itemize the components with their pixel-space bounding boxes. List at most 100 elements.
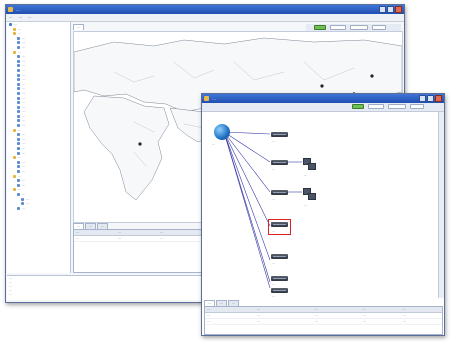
topology-toolbar-button[interactable]	[352, 104, 364, 109]
device-icon	[17, 45, 20, 49]
device-icon	[21, 197, 24, 201]
switch-icon[interactable]	[271, 254, 288, 259]
folder-icon	[13, 156, 16, 160]
grid-header[interactable]: …	[403, 307, 439, 312]
device-icon	[17, 119, 20, 123]
folder-icon	[13, 50, 16, 54]
maximize-button[interactable]	[427, 95, 434, 102]
computer-icon[interactable]	[308, 193, 316, 200]
network-icon	[9, 23, 12, 26]
device-icon	[17, 170, 20, 173]
menu-item[interactable]: …	[28, 14, 32, 21]
device-label: …	[304, 203, 307, 207]
bottom-grid: … … … … … …	[73, 229, 205, 273]
main-window-titlebar[interactable]: …	[6, 5, 404, 14]
map-marker[interactable]	[138, 142, 142, 146]
topology-app-icon	[204, 96, 209, 101]
device-icon	[17, 160, 20, 164]
topology-toolbar	[202, 103, 444, 112]
menu-item[interactable]: …	[9, 14, 13, 21]
device-icon	[17, 151, 20, 155]
device-icon	[17, 114, 20, 118]
device-icon	[17, 206, 20, 210]
root-label: …	[212, 142, 215, 146]
device-icon	[17, 91, 20, 95]
minimize-button[interactable]	[379, 6, 386, 13]
device-icon	[17, 183, 20, 187]
grid-header[interactable]: …	[76, 230, 116, 235]
grid-cell: …	[257, 319, 260, 323]
map-toolbar-button[interactable]	[350, 25, 368, 30]
device-icon	[17, 101, 20, 105]
folder-icon	[13, 27, 16, 31]
map-toolbar-button[interactable]	[330, 25, 346, 30]
folder-icon	[13, 32, 16, 36]
grid-cell: …	[207, 319, 210, 323]
internet-globe-icon[interactable]	[214, 124, 230, 140]
device-icon	[17, 105, 20, 109]
grid-cell: …	[315, 319, 318, 323]
menu-bar: … … …	[6, 14, 404, 22]
topology-toolbar-button[interactable]	[368, 104, 384, 109]
device-icon	[17, 124, 20, 128]
device-icon	[17, 165, 20, 169]
device-label: …	[272, 261, 275, 265]
topology-window: … … … … … … … … … … … … … … … … … … … … …	[201, 93, 445, 336]
map-toolbar-button[interactable]	[314, 25, 326, 30]
table-row[interactable]: … … …	[74, 236, 204, 242]
app-icon	[8, 7, 13, 12]
grid-header[interactable]: …	[315, 307, 355, 312]
switch-icon[interactable]	[271, 222, 288, 227]
device-icon	[17, 179, 20, 183]
grid-cell: …	[207, 313, 210, 317]
tree-item[interactable]: …	[7, 206, 70, 211]
grid-header[interactable]: …	[257, 307, 303, 312]
close-button[interactable]	[395, 6, 402, 13]
grid-cell: …	[363, 319, 366, 323]
topology-links	[223, 131, 302, 288]
map-marker[interactable]	[370, 74, 374, 78]
device-icon	[17, 147, 20, 151]
topology-window-titlebar[interactable]: …	[202, 94, 444, 103]
menu-item[interactable]: …	[19, 14, 23, 21]
topology-toolbar-button[interactable]	[410, 104, 424, 109]
switch-icon[interactable]	[271, 276, 288, 281]
switch-icon[interactable]	[271, 132, 288, 137]
minimize-button[interactable]	[419, 95, 426, 102]
device-icon	[17, 36, 20, 40]
grid-header[interactable]: …	[363, 307, 399, 312]
topology-grid: … … … … … … … … … … … … … … …	[204, 306, 443, 335]
grid-header[interactable]: …	[118, 230, 158, 235]
device-icon	[17, 41, 20, 45]
topology-window-title: …	[212, 96, 216, 101]
grid-cell: …	[315, 313, 318, 317]
topology-scrollbar[interactable]	[438, 112, 444, 298]
tree-item-label: …	[22, 205, 25, 210]
grid-header[interactable]: …	[207, 307, 247, 312]
topology-toolbar-button[interactable]	[388, 104, 406, 109]
table-row[interactable]: … … … … …	[205, 319, 442, 325]
device-icon	[17, 55, 20, 59]
computer-icon[interactable]	[308, 163, 316, 170]
tab-map[interactable]: …	[73, 24, 84, 30]
device-icon	[17, 137, 20, 141]
grid-cell: …	[363, 313, 366, 317]
device-icon	[17, 82, 20, 86]
grid-cell: …	[403, 319, 406, 323]
device-label: …	[272, 294, 275, 298]
close-button[interactable]	[435, 95, 442, 102]
folder-icon	[13, 174, 16, 178]
window-controls	[379, 6, 402, 13]
switch-icon[interactable]	[271, 288, 288, 293]
map-marker[interactable]	[320, 84, 324, 88]
grid-cell: …	[403, 313, 406, 317]
map-toolbar-button[interactable]	[372, 25, 386, 30]
maximize-button[interactable]	[387, 6, 394, 13]
device-icon	[21, 202, 24, 206]
device-icon	[17, 110, 20, 114]
event-log: … … … … …	[7, 275, 217, 300]
grid-header[interactable]: …	[160, 230, 200, 235]
device-icon	[17, 78, 20, 82]
switch-icon[interactable]	[271, 190, 288, 195]
switch-icon[interactable]	[271, 160, 288, 165]
